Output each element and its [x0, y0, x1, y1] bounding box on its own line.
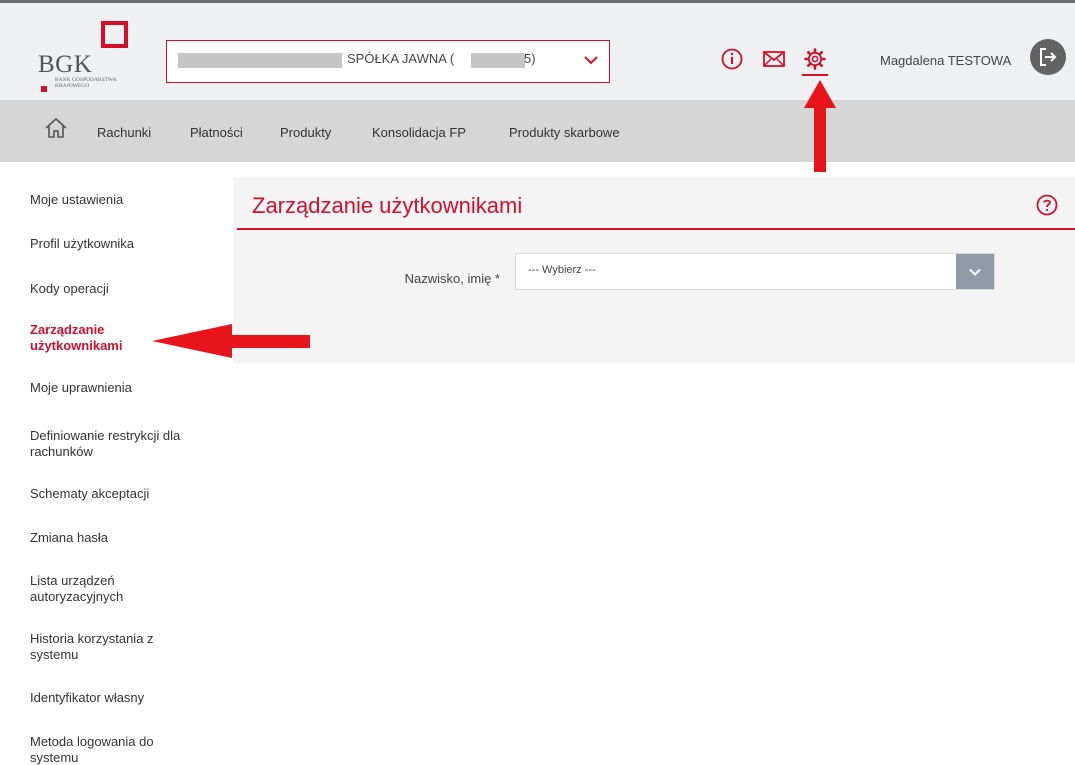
- mail-icon[interactable]: [762, 47, 786, 71]
- company-select[interactable]: SPÓŁKA JAWNA ( 5): [166, 40, 610, 83]
- header: BGK BANK GOSPODARSTWA KRAJOWEGO SPÓŁKA J…: [0, 3, 1075, 100]
- sidebar-item-moje-uprawnienia[interactable]: Moje uprawnienia: [30, 380, 220, 396]
- main-nav: Rachunki Płatności Produkty Konsolidacja…: [0, 100, 1075, 162]
- chevron-down-icon: [584, 56, 598, 65]
- user-select-dropdown-button[interactable]: [956, 254, 994, 289]
- sidebar-item-kody-operacji[interactable]: Kody operacji: [30, 281, 220, 297]
- help-icon[interactable]: [1035, 193, 1059, 217]
- redacted-block: [471, 53, 525, 68]
- info-icon[interactable]: [720, 47, 744, 71]
- user-name: Magdalena TESTOWA: [880, 53, 1012, 68]
- content-panel: Zarządzanie użytkownikami Nazwisko, imię…: [233, 177, 1075, 363]
- sidebar-item-zarzadzanie-uzytkownikami[interactable]: Zarządzanie użytkownikami: [30, 322, 140, 354]
- sidebar-item-metoda-logowania[interactable]: Metoda logowania do systemu: [30, 734, 180, 765]
- sidebar-item-moje-ustawienia[interactable]: Moje ustawienia: [30, 192, 220, 208]
- sidebar-item-definiowanie-restrykcji[interactable]: Definiowanie restrykcji dla rachunków: [30, 428, 200, 460]
- company-select-value-suffix: 5): [524, 51, 536, 66]
- annotation-arrow-up: [804, 80, 836, 172]
- logout-button[interactable]: [1030, 39, 1066, 75]
- nav-item-produkty-skarbowe[interactable]: Produkty skarbowe: [509, 125, 620, 140]
- nav-item-rachunki[interactable]: Rachunki: [97, 125, 151, 140]
- logo-dot: [41, 86, 47, 92]
- nav-item-platnosci[interactable]: Płatności: [190, 125, 243, 140]
- redacted-block: [178, 53, 342, 68]
- nav-item-konsolidacja[interactable]: Konsolidacja FP: [372, 125, 466, 140]
- sidebar-item-identyfikator[interactable]: Identyfikator własny: [30, 690, 220, 706]
- sidebar-item-historia[interactable]: Historia korzystania z systemu: [30, 631, 195, 663]
- chevron-down-icon: [969, 268, 981, 276]
- title-divider: [237, 228, 1075, 230]
- sidebar-item-schematy-akceptacji[interactable]: Schematy akceptacji: [30, 486, 220, 502]
- user-select-value: --- Wybierz ---: [528, 264, 596, 276]
- logo-square: [101, 21, 128, 48]
- annotation-arrow-left: [152, 324, 310, 358]
- company-select-value: SPÓŁKA JAWNA (: [347, 51, 455, 66]
- logo-subtitle: BANK GOSPODARSTWA KRAJOWEGO: [55, 77, 117, 89]
- sidebar-item-lista-urzadzen[interactable]: Lista urządzeń autoryzacyjnych: [30, 573, 160, 605]
- sidebar-item-profil[interactable]: Profil użytkownika: [30, 236, 220, 252]
- page-title: Zarządzanie użytkownikami: [252, 193, 523, 218]
- bgk-logo[interactable]: BGK BANK GOSPODARSTWA KRAJOWEGO: [38, 21, 168, 95]
- logo-brand-text: BGK: [38, 51, 93, 78]
- logout-icon: [1040, 48, 1057, 66]
- home-icon[interactable]: [44, 116, 68, 140]
- active-underline: [802, 74, 828, 76]
- gear-icon: [804, 48, 826, 70]
- user-select[interactable]: --- Wybierz ---: [515, 253, 995, 290]
- user-select-label: Nazwisko, imię *: [404, 271, 500, 286]
- nav-item-produkty[interactable]: Produkty: [280, 125, 331, 140]
- settings-sidebar: Moje ustawienia Profil użytkownika Kody …: [0, 162, 232, 765]
- settings-button[interactable]: [800, 43, 830, 78]
- sidebar-item-zmiana-hasla[interactable]: Zmiana hasła: [30, 530, 220, 546]
